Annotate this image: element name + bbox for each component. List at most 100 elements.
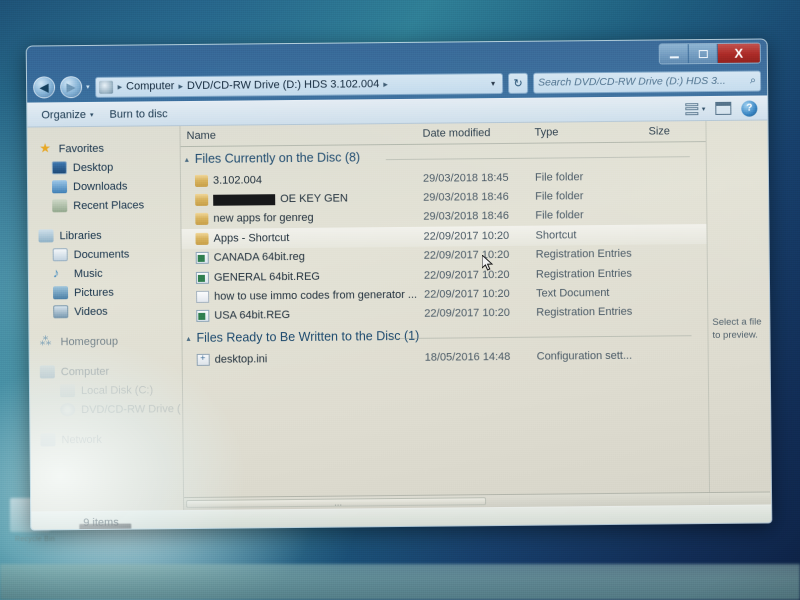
file-type-cell: Registration Entries	[536, 306, 633, 320]
file-name: how to use immo codes from generator ...	[214, 288, 418, 303]
file-date-cell: 22/09/2017 10:20	[423, 249, 510, 263]
file-name-cell[interactable]: new apps for genreg	[181, 211, 417, 226]
breadcrumb-computer[interactable]: Computer	[125, 80, 175, 92]
ini-file-icon	[196, 353, 210, 366]
recent-places-icon	[52, 199, 68, 213]
column-header-name[interactable]: Name	[181, 128, 417, 142]
window-body: ★ Favorites Desktop Downloads Recent Pla…	[27, 120, 772, 512]
monitor-bezel	[0, 564, 800, 600]
navigation-pane[interactable]: ★ Favorites Desktop Downloads Recent Pla…	[27, 126, 183, 511]
help-button[interactable]: ?	[741, 100, 758, 117]
search-icon[interactable]: ⌕	[750, 74, 756, 87]
sidebar-label: Local Disk (C:)	[80, 383, 154, 397]
status-bar-watermark	[79, 523, 132, 531]
chevron-down-icon: ▾	[701, 105, 706, 113]
file-name-cell[interactable]: GENERAL 64bit.REG	[182, 269, 418, 284]
group-header-label: Files Ready to Be Written to the Disc (1…	[196, 328, 420, 346]
pictures-icon	[53, 286, 69, 300]
file-size-cell	[644, 273, 704, 274]
file-name-cell[interactable]: OE KEY GEN	[181, 192, 417, 207]
sidebar-item-computer[interactable]: Computer	[38, 361, 182, 381]
file-type-cell: Configuration sett...	[536, 349, 633, 363]
text-file-icon	[196, 290, 210, 303]
file-name-cell[interactable]: desktop.ini	[183, 352, 419, 366]
folder-icon	[195, 232, 209, 245]
expander-icon[interactable]: ▴	[185, 155, 189, 164]
back-button[interactable]: ◀	[32, 76, 56, 99]
file-type-cell: Registration Entries	[535, 267, 632, 281]
sidebar-label: Homegroup	[60, 335, 119, 348]
group-header-files-ready[interactable]: ▴ Files Ready to Be Written to the Disc …	[182, 321, 707, 350]
maximize-button[interactable]	[688, 43, 717, 64]
forward-button[interactable]: ▶	[59, 76, 83, 99]
group-header-files-on-disc[interactable]: ▴ Files Currently on the Disc (8)	[181, 142, 706, 171]
group-header-label: Files Currently on the Disc (8)	[194, 150, 361, 166]
sidebar-item-documents[interactable]: Documents	[37, 244, 181, 264]
command-bar-right: ▾ ?	[685, 100, 762, 117]
file-name-cell[interactable]: CANADA 64bit.reg	[182, 250, 418, 265]
sidebar-item-downloads[interactable]: Downloads	[36, 176, 180, 196]
sidebar-item-homegroup[interactable]: ⁂ Homegroup	[37, 331, 181, 351]
sidebar-item-desktop[interactable]: Desktop	[36, 157, 180, 177]
registry-file-icon	[196, 310, 210, 323]
breadcrumb-separator-2[interactable]: ▸	[380, 79, 391, 90]
column-header-size[interactable]: Size	[642, 125, 702, 138]
chevron-down-icon: ▾	[89, 111, 94, 119]
breadcrumb-separator-0[interactable]: ▸	[115, 81, 126, 92]
sidebar-label: Network	[61, 433, 102, 446]
preview-placeholder-text: Select a file to preview.	[712, 316, 762, 341]
sidebar-item-recent-places[interactable]: Recent Places	[36, 195, 180, 215]
history-dropdown-icon[interactable]: ▾	[86, 83, 90, 91]
file-list-pane[interactable]: Name Date modified Type Size ▴ Files Cur…	[179, 121, 710, 511]
preview-pane-button[interactable]	[715, 101, 732, 115]
explorer-window[interactable]: X ◀ ▶ ▾ ▸ Computer ▸ DVD/CD-RW Drive (D:…	[25, 38, 773, 531]
videos-icon	[53, 305, 69, 319]
file-size-cell	[643, 176, 703, 177]
column-header-type[interactable]: Type	[528, 126, 642, 139]
sidebar-item-libraries[interactable]: Libraries	[36, 225, 180, 245]
file-name-cell[interactable]: 3.102.004	[181, 173, 417, 187]
close-button[interactable]: X	[717, 43, 760, 63]
breadcrumb-separator-1[interactable]: ▸	[175, 81, 186, 92]
sidebar-item-music[interactable]: ♪ Music	[37, 263, 181, 283]
organize-label: Organize	[41, 108, 87, 121]
minimize-button[interactable]	[659, 44, 688, 64]
documents-icon	[52, 248, 68, 262]
sidebar-item-network[interactable]: Network	[38, 429, 182, 449]
file-date-cell: 29/03/2018 18:46	[423, 191, 509, 204]
sidebar-item-local-disk[interactable]: Local Disk (C:)	[38, 380, 182, 400]
file-date-cell: 22/09/2017 10:20	[423, 229, 510, 243]
file-name-cell[interactable]: Apps - Shortcut	[181, 231, 417, 245]
file-size-cell	[644, 253, 704, 254]
file-name: OE KEY GEN	[280, 192, 348, 206]
file-name-cell[interactable]: USA 64bit.REG	[182, 308, 418, 323]
file-date-cell: 29/03/2018 18:46	[423, 210, 510, 224]
sidebar-item-dvd-drive[interactable]: DVD/CD-RW Drive (	[38, 399, 182, 419]
breadcrumb-drive[interactable]: DVD/CD-RW Drive (D:) HDS 3.102.004	[186, 78, 380, 92]
expander-icon[interactable]: ▴	[186, 334, 190, 343]
refresh-button[interactable]: ↻	[507, 72, 529, 94]
change-view-button[interactable]: ▾	[685, 102, 706, 115]
file-name-cell[interactable]: how to use immo codes from generator ...	[182, 289, 418, 303]
sidebar-item-favorites[interactable]: ★ Favorites	[36, 138, 180, 158]
organize-button[interactable]: Organize ▾	[33, 105, 101, 124]
address-dropdown-icon[interactable]: ▾	[487, 79, 499, 88]
column-header-date-modified[interactable]: Date modified	[416, 127, 528, 140]
computer-icon	[39, 365, 55, 379]
burn-to-disc-button[interactable]: Burn to disc	[101, 105, 175, 124]
address-bar[interactable]: ▸ Computer ▸ DVD/CD-RW Drive (D:) HDS 3.…	[94, 72, 504, 98]
registry-file-icon	[195, 271, 209, 284]
search-input[interactable]: Search DVD/CD-RW Drive (D:) HDS 3...	[538, 75, 750, 89]
file-name: Apps - Shortcut	[213, 231, 290, 245]
minimize-icon	[669, 55, 679, 58]
folder-icon	[195, 213, 209, 226]
window-controls: X	[658, 42, 761, 65]
sidebar-item-videos[interactable]: Videos	[37, 301, 181, 321]
registry-file-icon	[195, 252, 209, 265]
drive-icon	[98, 80, 113, 94]
sidebar-label: Music	[73, 267, 103, 280]
sidebar-label: Recent Places	[73, 198, 145, 212]
search-box[interactable]: Search DVD/CD-RW Drive (D:) HDS 3... ⌕	[532, 70, 762, 94]
sidebar-item-pictures[interactable]: Pictures	[37, 282, 181, 302]
folder-icon	[194, 174, 209, 187]
